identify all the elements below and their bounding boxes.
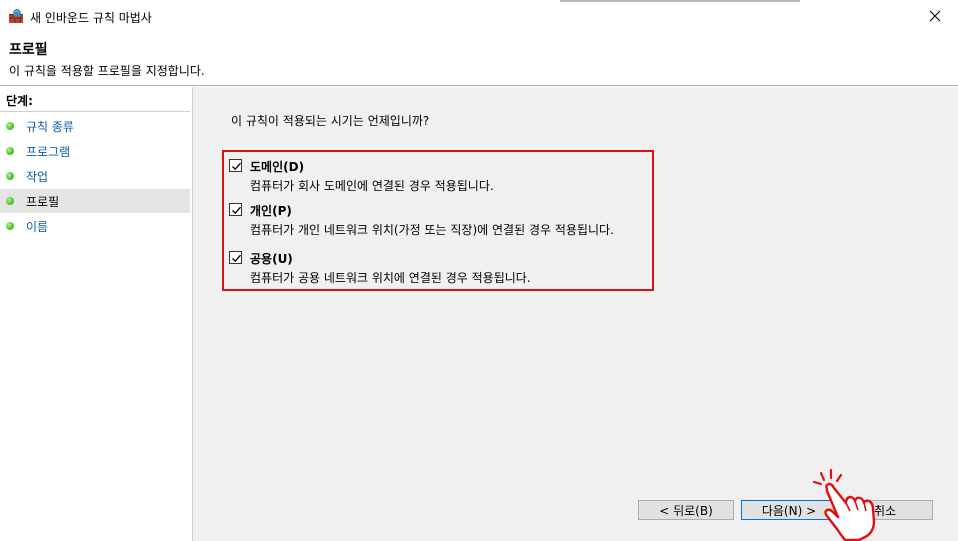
step-dot-icon: [6, 222, 14, 230]
steps-heading: 단계:: [6, 94, 33, 108]
question-text: 이 규칙이 적용되는 시기는 언제입니까?: [231, 114, 430, 128]
sidebar-item-label: 작업: [26, 170, 49, 184]
sidebar-item-name[interactable]: 이름: [0, 214, 190, 238]
wizard-header: 프로필 이 규칙을 적용할 프로필을 지정합니다.: [0, 32, 958, 86]
checkmark-icon: [232, 206, 241, 215]
page-subtitle: 이 규칙을 적용할 프로필을 지정합니다.: [9, 64, 205, 78]
public-checkbox[interactable]: [229, 251, 242, 264]
back-button[interactable]: < 뒤로(B): [638, 500, 734, 520]
sidebar-item-profile: 프로필: [0, 189, 190, 213]
private-label[interactable]: 개인(P): [250, 202, 292, 219]
domain-label[interactable]: 도메인(D): [250, 158, 304, 175]
wizard-body: 단계: 규칙 종류 프로그램 작업 프로필 이름 이 규칙이 적용되는 시기는 …: [0, 87, 958, 541]
step-dot-icon: [6, 197, 14, 205]
step-dot-icon: [6, 147, 14, 155]
private-checkbox[interactable]: [229, 203, 242, 216]
domain-checkbox[interactable]: [229, 159, 242, 172]
close-button[interactable]: [912, 0, 958, 32]
private-description: 컴퓨터가 개인 네트워크 위치(가정 또는 직장)에 연결된 경우 적용됩니다.: [250, 223, 614, 237]
sidebar-item-label: 프로그램: [26, 145, 71, 159]
step-dot-icon: [6, 172, 14, 180]
background-window-edge: [560, 0, 800, 2]
step-dot-icon: [6, 122, 14, 130]
steps-sidebar: 단계: 규칙 종류 프로그램 작업 프로필 이름: [0, 87, 193, 541]
sidebar-item-program[interactable]: 프로그램: [0, 139, 190, 163]
checkmark-icon: [232, 162, 241, 171]
main-content: 이 규칙이 적용되는 시기는 언제입니까? 도메인(D) 컴퓨터가 회사 도메인…: [195, 87, 958, 541]
page-title: 프로필: [9, 42, 48, 58]
close-icon: [929, 10, 941, 22]
public-label[interactable]: 공용(U): [250, 250, 293, 267]
checkmark-icon: [232, 254, 241, 263]
domain-description: 컴퓨터가 회사 도메인에 연결된 경우 적용됩니다.: [250, 179, 494, 193]
sidebar-item-label: 프로필: [26, 195, 60, 209]
sidebar-item-rule-type[interactable]: 규칙 종류: [0, 114, 190, 138]
window-title: 새 인바운드 규칙 마법사: [30, 11, 152, 25]
sidebar-item-label: 이름: [26, 220, 49, 234]
pointing-hand-icon: [813, 469, 876, 541]
public-description: 컴퓨터가 공용 네트워크 위치에 연결된 경우 적용됩니다.: [250, 271, 531, 285]
sidebar-item-action[interactable]: 작업: [0, 164, 190, 188]
steps-divider: [0, 111, 190, 112]
firewall-icon: [8, 8, 24, 24]
sidebar-item-label: 규칙 종류: [26, 120, 74, 134]
title-bar: 새 인바운드 규칙 마법사: [0, 0, 958, 32]
